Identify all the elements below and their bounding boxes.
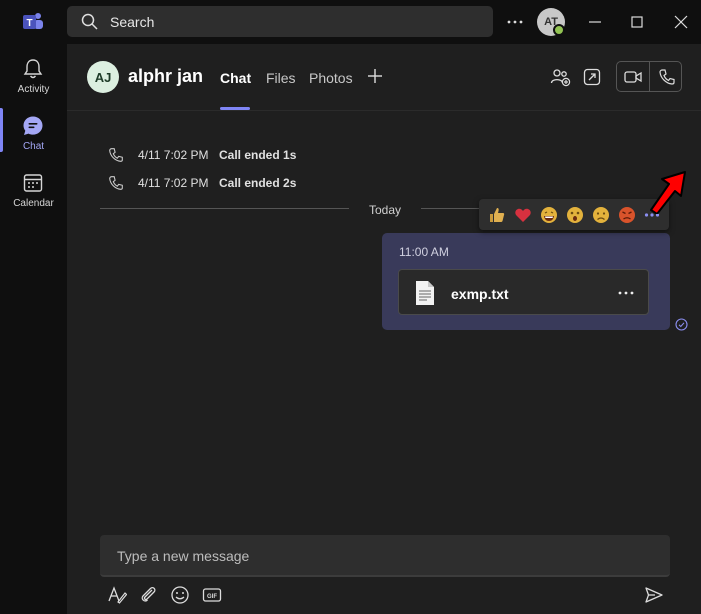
calendar-icon bbox=[23, 174, 43, 192]
tab-photos[interactable]: Photos bbox=[309, 70, 353, 86]
format-icon[interactable] bbox=[107, 585, 127, 605]
chat-icon bbox=[23, 116, 43, 135]
emoji-icon[interactable] bbox=[170, 585, 190, 605]
teams-logo-icon[interactable]: T bbox=[22, 12, 44, 32]
like-icon[interactable] bbox=[488, 206, 506, 224]
video-call-icon[interactable] bbox=[623, 67, 643, 87]
search-icon bbox=[81, 13, 98, 30]
file-name[interactable]: exmp.txt bbox=[451, 286, 509, 302]
attach-icon[interactable] bbox=[139, 585, 159, 605]
presence-available-icon bbox=[553, 24, 565, 36]
contact-name: alphr jan bbox=[128, 66, 204, 86]
svg-text:T: T bbox=[26, 18, 32, 29]
app-rail: Activity Chat Calendar bbox=[0, 44, 67, 614]
close-icon[interactable] bbox=[671, 12, 691, 32]
chat-pane: AJ alphr jan Chat Files Photos 4/11 7:02… bbox=[67, 44, 701, 614]
bell-icon bbox=[23, 59, 43, 79]
rail-item-activity[interactable]: Activity bbox=[0, 50, 67, 102]
text-file-icon bbox=[416, 281, 434, 305]
call-divider bbox=[649, 62, 650, 91]
active-tab-indicator bbox=[220, 107, 250, 110]
rail-item-label: Calendar bbox=[13, 198, 54, 209]
file-attachment[interactable]: exmp.txt bbox=[398, 269, 649, 315]
title-bar: T Search AT bbox=[0, 0, 701, 44]
message-input[interactable]: Type a new message bbox=[117, 548, 249, 564]
contact-avatar[interactable]: AJ bbox=[87, 61, 119, 93]
angry-icon[interactable] bbox=[618, 206, 636, 224]
phone-icon bbox=[109, 176, 123, 190]
rail-item-chat[interactable]: Chat bbox=[0, 107, 67, 159]
rail-item-label: Chat bbox=[22, 141, 45, 152]
event-time: 4/11 7:02 PM bbox=[138, 176, 209, 190]
seen-check-icon bbox=[675, 318, 688, 331]
heart-icon[interactable] bbox=[514, 206, 532, 224]
pop-out-icon[interactable] bbox=[581, 66, 603, 88]
date-divider-line bbox=[421, 208, 479, 209]
message-time: 11:00 AM bbox=[399, 245, 449, 259]
chat-header: AJ alphr jan Chat Files Photos bbox=[67, 44, 701, 111]
event-text: Call ended 1s bbox=[219, 148, 297, 162]
send-icon[interactable] bbox=[644, 585, 664, 605]
red-arrow-annotation-icon bbox=[650, 171, 686, 214]
search-bar[interactable]: Search bbox=[67, 6, 493, 37]
sad-icon[interactable] bbox=[592, 206, 610, 224]
file-more-options-icon[interactable] bbox=[616, 283, 636, 303]
rail-item-calendar[interactable]: Calendar bbox=[0, 164, 67, 216]
event-time: 4/11 7:02 PM bbox=[138, 148, 209, 162]
date-divider-label: Today bbox=[369, 203, 402, 217]
maximize-icon[interactable] bbox=[627, 12, 647, 32]
surprised-icon[interactable] bbox=[566, 206, 584, 224]
search-input[interactable]: Search bbox=[110, 14, 154, 30]
tab-chat[interactable]: Chat bbox=[220, 70, 251, 86]
add-people-icon[interactable] bbox=[549, 66, 571, 88]
message-composer[interactable]: Type a new message bbox=[100, 535, 670, 577]
reaction-bar bbox=[479, 199, 669, 230]
svg-text:GIF: GIF bbox=[207, 594, 217, 600]
tab-files[interactable]: Files bbox=[266, 70, 296, 86]
minimize-icon[interactable] bbox=[585, 12, 605, 32]
date-divider-line bbox=[100, 208, 349, 209]
call-buttons bbox=[616, 61, 682, 92]
phone-icon bbox=[109, 148, 123, 162]
event-text: Call ended 2s bbox=[219, 176, 297, 190]
more-options-icon[interactable] bbox=[505, 12, 525, 32]
laugh-icon[interactable] bbox=[540, 206, 558, 224]
gif-icon[interactable]: GIF bbox=[202, 585, 222, 605]
message-bubble[interactable]: 11:00 AM exmp.txt bbox=[382, 233, 670, 330]
audio-call-icon[interactable] bbox=[657, 67, 677, 87]
add-tab-icon[interactable] bbox=[365, 66, 385, 86]
rail-item-label: Activity bbox=[17, 84, 50, 95]
